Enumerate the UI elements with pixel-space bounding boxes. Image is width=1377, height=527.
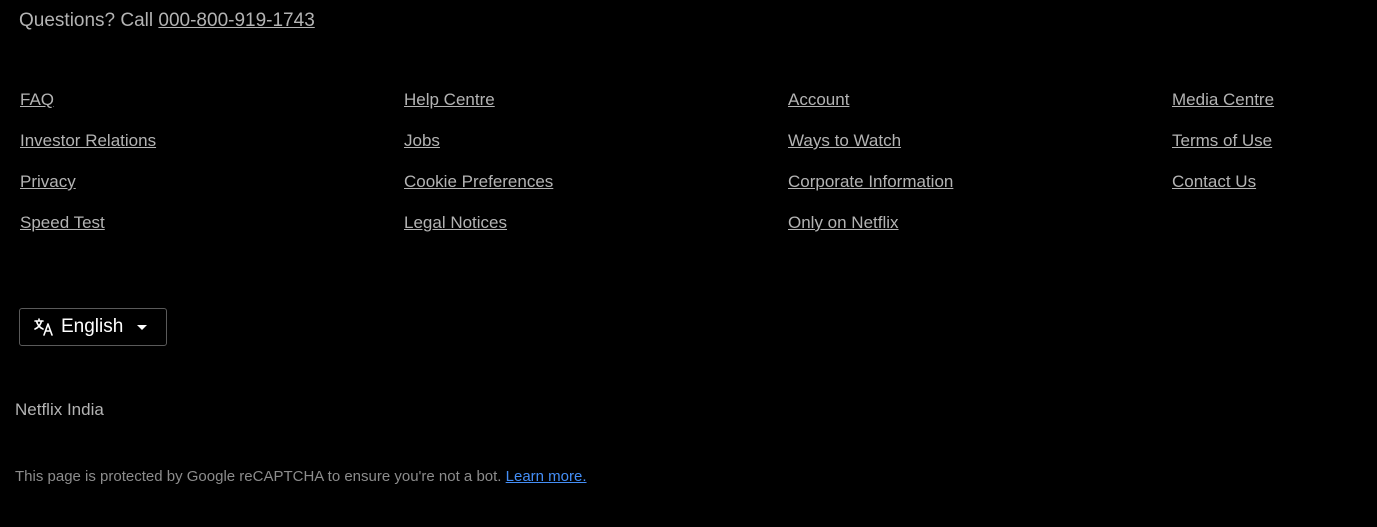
phone-link[interactable]: 000-800-919-1743 xyxy=(158,10,314,31)
language-icon xyxy=(34,317,54,337)
contact-line: Questions? Call 000-800-919-1743 xyxy=(19,9,315,33)
country-label: Netflix India xyxy=(15,400,104,419)
recaptcha-notice: This page is protected by Google reCAPTC… xyxy=(15,466,587,488)
footer-link-contact-us[interactable]: Contact Us xyxy=(1172,170,1274,211)
footer-link-faq[interactable]: FAQ xyxy=(20,88,156,129)
footer-link-terms-of-use[interactable]: Terms of Use xyxy=(1172,129,1274,170)
footer-link-only-on-netflix[interactable]: Only on Netflix xyxy=(788,211,953,252)
language-selected-label: English xyxy=(61,316,124,337)
footer-link-cookie-preferences[interactable]: Cookie Preferences xyxy=(404,170,553,211)
recaptcha-text: This page is protected by Google reCAPTC… xyxy=(15,468,506,485)
language-selector[interactable]: English xyxy=(19,308,167,346)
caret-down-icon xyxy=(137,324,148,330)
footer-link-media-centre[interactable]: Media Centre xyxy=(1172,88,1274,129)
learn-more-link[interactable]: Learn more. xyxy=(506,468,587,485)
contact-prefix: Questions? Call xyxy=(19,10,159,31)
footer-link-corporate-information[interactable]: Corporate Information xyxy=(788,170,953,211)
footer-column-4: Media Centre Terms of Use Contact Us xyxy=(1172,88,1274,211)
footer-link-account[interactable]: Account xyxy=(788,88,953,129)
footer-column-3: Account Ways to Watch Corporate Informat… xyxy=(788,88,953,252)
footer-link-jobs[interactable]: Jobs xyxy=(404,129,553,170)
footer-link-help-centre[interactable]: Help Centre xyxy=(404,88,553,129)
footer-link-ways-to-watch[interactable]: Ways to Watch xyxy=(788,129,953,170)
footer-column-1: FAQ Investor Relations Privacy Speed Tes… xyxy=(20,88,156,252)
footer-column-2: Help Centre Jobs Cookie Preferences Lega… xyxy=(404,88,553,252)
footer-link-investor-relations[interactable]: Investor Relations xyxy=(20,129,156,170)
footer-link-privacy[interactable]: Privacy xyxy=(20,170,156,211)
footer-link-speed-test[interactable]: Speed Test xyxy=(20,211,156,252)
footer-link-legal-notices[interactable]: Legal Notices xyxy=(404,211,553,252)
